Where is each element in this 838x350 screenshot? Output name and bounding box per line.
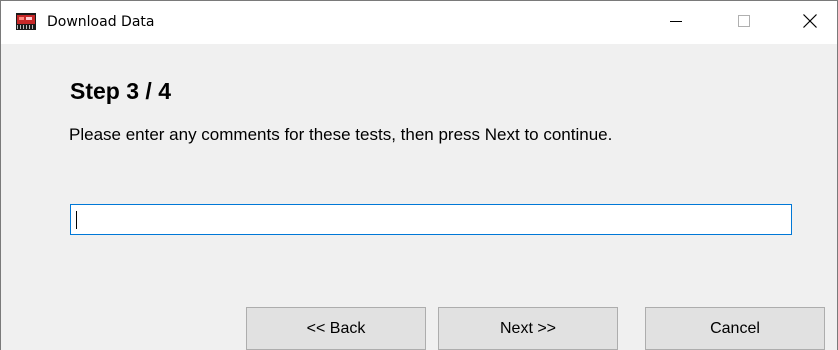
title-bar[interactable]: Download Data [1, 0, 837, 44]
instructions-text: Please enter any comments for these test… [69, 125, 613, 144]
download-data-window: Download Data Step 3 / 4 Please enter an… [0, 0, 838, 350]
minimize-button[interactable] [653, 1, 699, 45]
close-icon [803, 13, 817, 33]
window-title: Download Data [47, 14, 155, 30]
comments-input[interactable] [70, 204, 792, 235]
back-button[interactable]: << Back [246, 307, 426, 350]
close-button[interactable] [787, 1, 833, 45]
step-title: Step 3 / 4 [70, 78, 171, 104]
app-icon [16, 13, 36, 30]
text-caret [76, 211, 77, 229]
maximize-icon [738, 14, 750, 32]
next-button[interactable]: Next >> [438, 307, 618, 350]
maximize-button[interactable] [721, 1, 767, 45]
cancel-button[interactable]: Cancel [645, 307, 825, 350]
wizard-content: Step 3 / 4 Please enter any comments for… [1, 44, 837, 350]
minimize-icon [670, 14, 682, 32]
